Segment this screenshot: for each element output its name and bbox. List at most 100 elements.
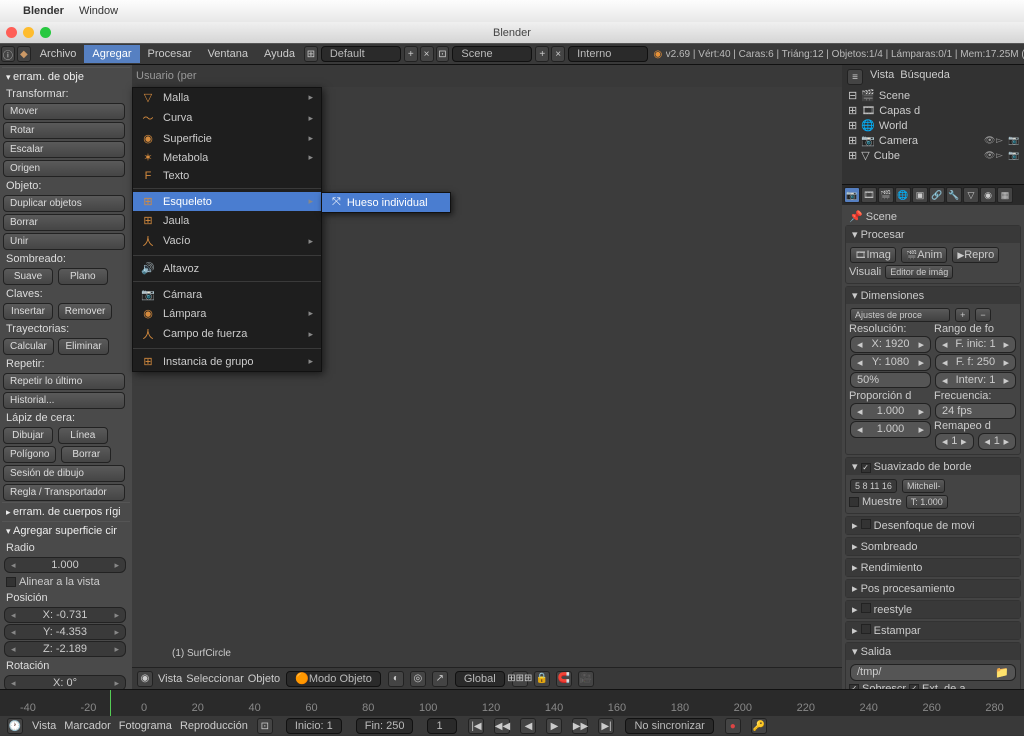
minimize-window-icon[interactable] (23, 27, 34, 38)
btn-insertar[interactable]: Insertar (3, 303, 53, 320)
btn-img[interactable]: 🎞Imag (850, 247, 896, 263)
editor-3d-icon[interactable]: ◉ (137, 671, 153, 687)
lock-icon[interactable]: 🔒 (534, 671, 550, 687)
tab-constraints[interactable]: 🔗 (929, 187, 945, 203)
field-pos-z[interactable]: ◂Z: -2.189▸ (4, 641, 126, 657)
tl-jump-start-icon[interactable]: |◀ (468, 718, 484, 734)
agregar-item-instancia-de-grupo[interactable]: ⊞Instancia de grupo▸ (133, 352, 321, 371)
chk-sobrescribir[interactable] (849, 684, 859, 690)
btn-rotar[interactable]: Rotar (3, 122, 125, 139)
sec-salida[interactable]: ▾ Salida (846, 643, 1020, 660)
footer-vista[interactable]: Vista (158, 673, 182, 685)
outliner-busqueda[interactable]: Búsqueda (900, 69, 950, 85)
layout-dropdown[interactable]: Default (321, 46, 401, 62)
agregar-item-campo-de-fuerza[interactable]: 人Campo de fuerza▸ (133, 323, 321, 345)
sec-stamp[interactable]: ▸ Estampar (846, 622, 1020, 639)
btn-del-preset[interactable]: − (975, 308, 990, 322)
layers-icon[interactable]: ⊞⊞⊞ (512, 671, 528, 687)
tl-current[interactable]: 1 (427, 718, 457, 734)
manipulator-icon[interactable]: ↗ (432, 671, 448, 687)
engine-dropdown[interactable]: Interno (568, 46, 648, 62)
menu-procesar[interactable]: Procesar (140, 45, 200, 63)
add-layout-icon[interactable]: + (404, 46, 418, 62)
add-scene-icon[interactable]: + (535, 46, 549, 62)
tl-start[interactable]: Inicio: 1 (286, 718, 342, 734)
field-remap-old[interactable]: ◂1▸ (935, 433, 974, 450)
mac-window-menu[interactable]: Window (79, 5, 118, 17)
agregar-item-vacío[interactable]: 人Vacío▸ (133, 230, 321, 252)
remove-layout-icon[interactable]: × (420, 46, 434, 62)
btn-plano[interactable]: Plano (58, 268, 108, 285)
btn-borrar-gp[interactable]: Borrar (61, 446, 111, 463)
btn-remover[interactable]: Remover (58, 303, 113, 320)
tab-material[interactable]: ◉ (980, 187, 996, 203)
footer-seleccionar[interactable]: Seleccionar (186, 673, 243, 685)
dd-editor[interactable]: Editor de imág (885, 265, 953, 279)
btn-dibujar[interactable]: Dibujar (3, 427, 53, 444)
outliner-type-icon[interactable]: ≡ (847, 69, 863, 85)
sec-procesar[interactable]: ▾ Procesar (846, 226, 1020, 243)
tab-world[interactable]: 🌐 (895, 187, 911, 203)
aa-filter[interactable]: Mitchell- (902, 479, 946, 493)
tl-repro[interactable]: Reproducción (180, 720, 248, 732)
field-radio[interactable]: ◂1.000▸ (4, 557, 126, 573)
btn-anim[interactable]: 🎬Anim (901, 247, 947, 263)
field-fps[interactable]: 24 fps (935, 403, 1016, 419)
tl-sync-dropdown[interactable]: No sincronizar (625, 718, 713, 734)
toolshelf-header[interactable]: erram. de obje (2, 67, 130, 86)
btn-escalar[interactable]: Escalar (3, 141, 125, 158)
agregar-item-jaula[interactable]: ⊞Jaula (133, 211, 321, 230)
field-fstart[interactable]: ◂F. inic: 1▸ (935, 336, 1016, 353)
tl-autokey-icon[interactable]: ● (725, 718, 741, 734)
field-output-path[interactable]: /tmp/📁 (850, 664, 1016, 681)
chk-muestre[interactable] (849, 497, 859, 507)
sec-shading[interactable]: ▸ Sombreado (846, 538, 1020, 555)
field-pos-y[interactable]: ◂Y: -4.353▸ (4, 624, 126, 640)
scene-browse-icon[interactable]: ⊡ (436, 46, 450, 62)
field-threshold[interactable]: T: 1.000 (906, 495, 948, 509)
menu-agregar[interactable]: Agregar (84, 45, 139, 63)
field-fstep[interactable]: ◂Interv: 1▸ (935, 372, 1016, 389)
mode-dropdown[interactable]: 🟠 Modo Objeto (286, 671, 381, 687)
dd-preset[interactable]: Ajustes de proce (850, 308, 950, 322)
field-res-x[interactable]: ◂X: 1920▸ (850, 336, 931, 353)
sec-postpro[interactable]: ▸ Pos procesamiento (846, 580, 1020, 597)
tl-jump-end-icon[interactable]: ▶| (598, 718, 614, 734)
menu-ayuda[interactable]: Ayuda (256, 45, 303, 63)
tree-camera[interactable]: ⊞📷Camera👁▻📷 (846, 133, 1020, 148)
tab-texture[interactable]: ▦ (997, 187, 1013, 203)
field-res-y[interactable]: ◂Y: 1080▸ (850, 354, 931, 371)
btn-poligono[interactable]: Polígono (3, 446, 56, 463)
scene-dropdown[interactable]: Scene (452, 46, 532, 62)
sec-mblur[interactable]: ▸ Desenfoque de movi (846, 517, 1020, 534)
agregar-item-altavoz[interactable]: 🔊Altavoz (133, 259, 321, 278)
field-remap-new[interactable]: ◂1▸ (978, 433, 1017, 450)
tree-world[interactable]: ⊞🌐World (846, 118, 1020, 133)
btn-eliminar[interactable]: Eliminar (58, 338, 108, 355)
sec-dimensiones[interactable]: ▾ Dimensiones (846, 287, 1020, 304)
pivot-icon[interactable]: ◎ (410, 671, 426, 687)
tl-range-icon[interactable]: ⊡ (257, 718, 273, 734)
panel-rigid-body[interactable]: erram. de cuerpos rígi (2, 502, 130, 521)
remove-scene-icon[interactable]: × (551, 46, 565, 62)
tl-vista[interactable]: Vista (32, 720, 56, 732)
close-window-icon[interactable] (6, 27, 17, 38)
tab-render[interactable]: 📷 (844, 187, 860, 203)
chk-ext[interactable] (909, 684, 919, 690)
field-aspect-y[interactable]: ◂1.000▸ (850, 421, 931, 438)
tab-object[interactable]: ▣ (912, 187, 928, 203)
tree-scene[interactable]: ⊟🎬Scene (846, 88, 1020, 103)
timeline-editor-icon[interactable]: 🕐 (7, 718, 23, 734)
btn-regla[interactable]: Regla / Transportador (3, 484, 125, 501)
btn-add-preset[interactable]: + (955, 308, 970, 322)
tl-play-rev-icon[interactable]: ◀ (520, 718, 536, 734)
orientation-dropdown[interactable]: Global (455, 671, 505, 687)
shading-icon[interactable]: ◐ (388, 671, 404, 687)
btn-historial[interactable]: Historial... (3, 392, 125, 409)
tl-prev-key-icon[interactable]: ◀◀ (494, 718, 510, 734)
tl-keying-icon[interactable]: 🔑 (751, 718, 767, 734)
footer-objeto[interactable]: Objeto (248, 673, 280, 685)
3d-viewport[interactable]: Usuario (per ▽Malla▸〜Curva▸◉Superficie▸✶… (132, 65, 842, 689)
zoom-window-icon[interactable] (40, 27, 51, 38)
btn-sesion[interactable]: Sesión de dibujo (3, 465, 125, 482)
